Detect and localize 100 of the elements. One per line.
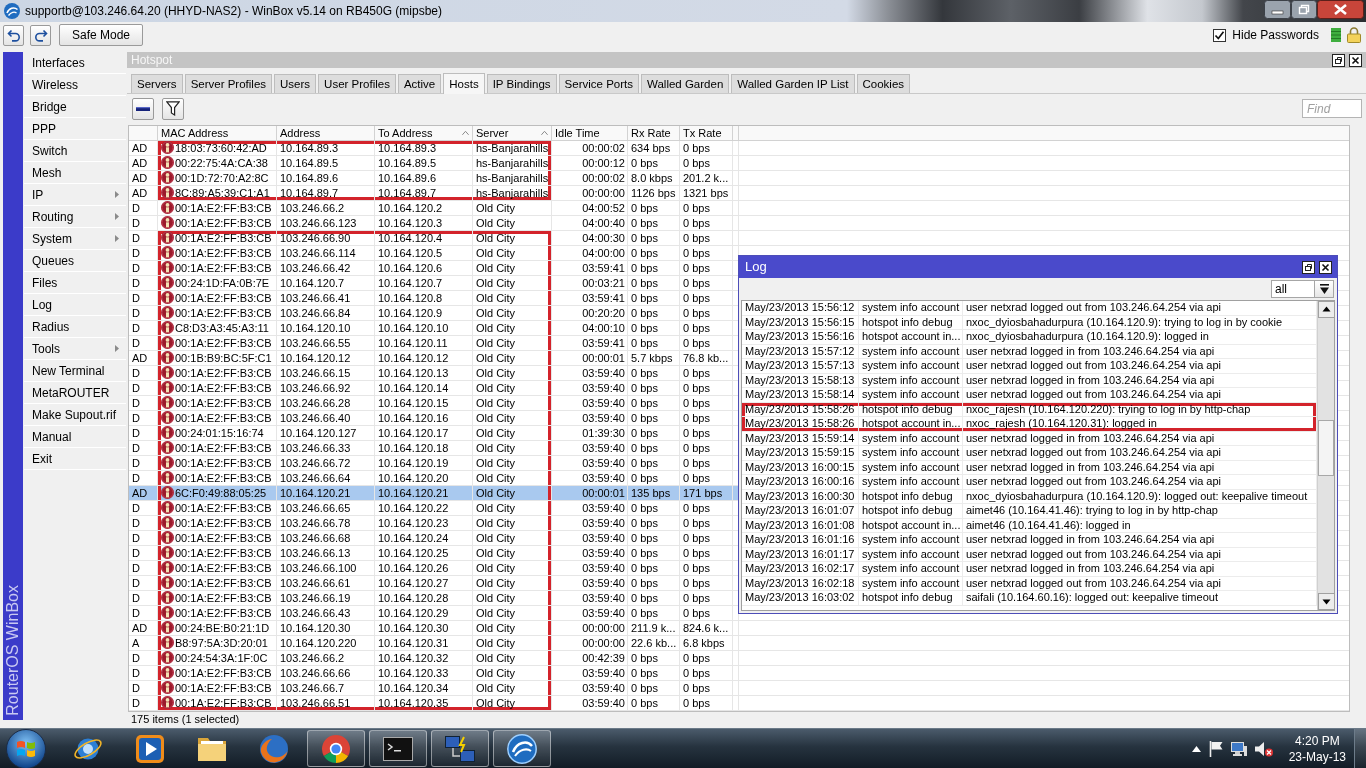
table-row[interactable]: D 00:1A:E2:FF:B3:CB 103.246.66.84 10.164.120.9 Old City 00:20:20 0 bps 0 bps bbox=[129, 306, 739, 321]
log-row[interactable]: May/23/2013 16:00:15 system info account user netxrad logged in from 103.246.64.254 via api bbox=[742, 460, 1317, 475]
log-row[interactable]: May/23/2013 15:56:15 hotspot info debug nxoc_dyiosbahadurpura (10.164.120.9): trying to log in by cookie bbox=[742, 315, 1317, 330]
table-row[interactable]: D 00:1A:E2:FF:B3:CB 103.246.66.2 10.164.120.2 Old City 04:00:52 0 bps 0 bps bbox=[129, 201, 739, 216]
menu-item[interactable]: Routing bbox=[24, 206, 126, 228]
log-row[interactable]: May/23/2013 15:56:16 hotspot account in... nxoc_dyiosbahadurpura (10.164.120.9): logged in bbox=[742, 330, 1317, 345]
log-row[interactable]: May/23/2013 16:00:16 system info account user netxrad logged out from 103.246.64.254 via api bbox=[742, 475, 1317, 490]
table-row[interactable]: D 00:1A:E2:FF:B3:CB 103.246.66.61 10.164.120.27 Old City 03:59:40 0 bps 0 bps bbox=[129, 576, 739, 591]
menu-item[interactable]: IP bbox=[24, 184, 126, 206]
tab[interactable]: Server Profiles bbox=[184, 74, 273, 93]
table-row[interactable]: D 00:1A:E2:FF:B3:CB 103.246.66.43 10.164.120.29 Old City 03:59:40 0 bps 0 bps bbox=[129, 606, 739, 621]
table-row[interactable]: D 00:1A:E2:FF:B3:CB 103.246.66.33 10.164.120.18 Old City 03:59:40 0 bps 0 bps bbox=[129, 441, 739, 456]
table-row[interactable]: D 00:1A:E2:FF:B3:CB 103.246.66.51 10.164.120.35 Old City 03:59:40 0 bps 0 bps bbox=[129, 696, 739, 711]
log-row[interactable]: May/23/2013 15:58:26 hotspot account in... nxoc_rajesh (10.164.120.31): logged in bbox=[742, 417, 1317, 432]
dropdown-button[interactable] bbox=[1315, 280, 1334, 298]
muted-speaker-icon[interactable] bbox=[1254, 740, 1273, 757]
menu-item[interactable]: Make Supout.rif bbox=[24, 404, 126, 426]
table-row[interactable]: D 00:1A:E2:FF:B3:CB 103.246.66.68 10.164.120.24 Old City 03:59:40 0 bps 0 bps bbox=[129, 531, 739, 546]
filter-button[interactable] bbox=[162, 97, 184, 120]
log-row[interactable]: May/23/2013 16:02:17 system info account user netxrad logged in from 103.246.64.254 via api bbox=[742, 562, 1317, 577]
tab[interactable]: Hosts bbox=[443, 73, 485, 94]
log-row[interactable]: May/23/2013 16:02:18 system info account user netxrad logged out from 103.246.64.254 via api bbox=[742, 576, 1317, 591]
log-row[interactable]: May/23/2013 15:59:15 system info account user netxrad logged out from 103.246.64.254 via api bbox=[742, 446, 1317, 461]
table-row[interactable]: D 00:24:54:3A:1F:0C 103.246.66.2 10.164.120.32 Old City 00:42:39 0 bps 0 bps bbox=[129, 651, 739, 666]
table-row[interactable]: D 00:1A:E2:FF:B3:CB 103.246.66.15 10.164.120.13 Old City 03:59:40 0 bps 0 bps bbox=[129, 366, 739, 381]
log-row[interactable]: May/23/2013 15:57:13 system info account user netxrad logged out from 103.246.64.254 via api bbox=[742, 359, 1317, 374]
safe-mode-button[interactable]: Safe Mode bbox=[59, 24, 144, 46]
close-icon[interactable] bbox=[1319, 260, 1332, 274]
filter-field[interactable]: all bbox=[1271, 280, 1315, 298]
restore-icon[interactable] bbox=[1291, 0, 1317, 19]
menu-item[interactable]: PPP bbox=[24, 118, 126, 140]
table-row[interactable]: A B8:97:5A:3D:20:01 10.164.120.220 10.164.120.31 Old City 00:00:00 22.6 kb... 6.8 kbps bbox=[129, 636, 739, 651]
menu-item[interactable]: Wireless bbox=[24, 74, 126, 96]
column-header[interactable]: Tx Rate bbox=[680, 126, 733, 141]
menu-item[interactable]: Log bbox=[24, 294, 126, 316]
tab[interactable]: Walled Garden bbox=[641, 74, 730, 93]
menu-item[interactable]: MetaROUTER bbox=[24, 382, 126, 404]
log-row[interactable]: May/23/2013 15:57:12 system info account user netxrad logged in from 103.246.64.254 via api bbox=[742, 344, 1317, 359]
restore-icon[interactable] bbox=[1332, 53, 1345, 67]
table-row[interactable]: D 00:1A:E2:FF:B3:CB 103.246.66.114 10.164.120.5 Old City 04:00:00 0 bps 0 bps bbox=[129, 246, 739, 261]
table-row[interactable]: D 00:1A:E2:FF:B3:CB 103.246.66.28 10.164.120.15 Old City 03:59:40 0 bps 0 bps bbox=[129, 396, 739, 411]
log-row[interactable]: May/23/2013 16:01:16 system info account user netxrad logged in from 103.246.64.254 via api bbox=[742, 533, 1317, 548]
log-row[interactable]: May/23/2013 15:58:13 system info account user netxrad logged in from 103.246.64.254 via api bbox=[742, 373, 1317, 388]
log-row[interactable]: May/23/2013 15:56:12 system info account user netxrad logged out from 103.246.64.254 via api bbox=[742, 301, 1317, 316]
menu-item[interactable]: Mesh bbox=[24, 162, 126, 184]
taskbar-button[interactable] bbox=[493, 730, 551, 767]
taskbar-button[interactable] bbox=[431, 730, 489, 767]
table-row[interactable]: D 00:1A:E2:FF:B3:CB 103.246.66.100 10.164.120.26 Old City 03:59:40 0 bps 0 bps bbox=[129, 561, 739, 576]
table-row[interactable]: D 00:1A:E2:FF:B3:CB 103.246.66.55 10.164.120.11 Old City 03:59:41 0 bps 0 bps bbox=[129, 336, 739, 351]
table-row[interactable]: D 00:1A:E2:FF:B3:CB 103.246.66.13 10.164.120.25 Old City 03:59:40 0 bps 0 bps bbox=[129, 546, 739, 561]
menu-item[interactable]: Radius bbox=[24, 316, 126, 338]
find-field[interactable]: Find bbox=[1302, 99, 1362, 118]
table-row[interactable]: AD 18:03:73:60:42:AD 10.164.89.3 10.164.89.3 hs-Banjarahills 00:00:02 634 bps 0 bps bbox=[129, 141, 739, 156]
table-row[interactable]: D 00:1A:E2:FF:B3:CB 103.246.66.7 10.164.120.34 Old City 03:59:40 0 bps 0 bps bbox=[129, 681, 739, 696]
menu-item[interactable]: System bbox=[24, 228, 126, 250]
show-desktop-button[interactable] bbox=[1354, 728, 1366, 768]
taskbar-button[interactable] bbox=[307, 730, 365, 767]
up-triangle-icon[interactable] bbox=[1191, 745, 1201, 752]
tab[interactable]: Servers bbox=[131, 74, 183, 93]
menu-item[interactable]: Interfaces bbox=[24, 52, 126, 74]
menu-item[interactable]: Bridge bbox=[24, 96, 126, 118]
tab[interactable]: Users bbox=[274, 74, 317, 93]
redo-button[interactable] bbox=[30, 24, 51, 46]
menu-item[interactable]: Manual bbox=[24, 426, 126, 448]
table-row[interactable]: D 00:1A:E2:FF:B3:CB 103.246.66.40 10.164.120.16 Old City 03:59:40 0 bps 0 bps bbox=[129, 411, 739, 426]
table-row[interactable]: AD 00:24:BE:B0:21:1D 10.164.120.30 10.164.120.30 Old City 00:00:00 211.9 k... 824.6 k... bbox=[129, 621, 739, 636]
close-icon[interactable] bbox=[1317, 0, 1364, 19]
log-row[interactable]: May/23/2013 16:01:07 hotspot info debug aimet46 (10.164.41.46): trying to log in by http-chap bbox=[742, 504, 1317, 519]
table-row[interactable]: AD 6C:F0:49:88:05:25 10.164.120.21 10.164.120.21 Old City 00:00:01 135 bps 171 bps bbox=[129, 486, 739, 501]
log-row[interactable]: May/23/2013 16:01:17 system info account user netxrad logged out from 103.246.64.254 via api bbox=[742, 547, 1317, 562]
scroll-thumb[interactable] bbox=[1318, 420, 1334, 476]
menu-item[interactable]: Switch bbox=[24, 140, 126, 162]
menu-item[interactable]: Files bbox=[24, 272, 126, 294]
table-row[interactable]: AD 00:1B:B9:BC:5F:C1 10.164.120.12 10.164.120.12 Old City 00:00:01 5.7 kbps 76.8 kb... bbox=[129, 351, 739, 366]
scrollbar[interactable] bbox=[1317, 301, 1334, 610]
tab[interactable]: Active bbox=[397, 74, 442, 93]
menu-item[interactable]: New Terminal bbox=[24, 360, 126, 382]
table-row[interactable]: D 00:1A:E2:FF:B3:CB 103.246.66.64 10.164.120.20 Old City 03:59:40 0 bps 0 bps bbox=[129, 471, 739, 486]
tab[interactable]: Walled Garden IP List bbox=[731, 74, 855, 93]
undo-button[interactable] bbox=[3, 24, 24, 46]
checkbox[interactable] bbox=[1213, 28, 1227, 42]
table-row[interactable]: D 00:1A:E2:FF:B3:CB 103.246.66.19 10.164.120.28 Old City 03:59:40 0 bps 0 bps bbox=[129, 591, 739, 606]
table-row[interactable]: AD 00:1D:72:70:A2:8C 10.164.89.6 10.164.89.6 hs-Banjarahills 00:00:02 8.0 kbps 201.2 k... bbox=[129, 171, 739, 186]
table-row[interactable]: AD 00:22:75:4A:CA:38 10.164.89.5 10.164.89.5 hs-Banjarahills 00:00:12 0 bps 0 bps bbox=[129, 156, 739, 171]
log-row[interactable]: May/23/2013 16:01:08 hotspot account in... aimet46 (10.164.41.46): logged in bbox=[742, 518, 1317, 533]
tab[interactable]: User Profiles bbox=[318, 74, 396, 93]
table-row[interactable]: D 00:1A:E2:FF:B3:CB 103.246.66.65 10.164.120.22 Old City 03:59:40 0 bps 0 bps bbox=[129, 501, 739, 516]
menu-item[interactable]: Tools bbox=[24, 338, 126, 360]
table-row[interactable]: D 00:1A:E2:FF:B3:CB 103.246.66.92 10.164.120.14 Old City 03:59:40 0 bps 0 bps bbox=[129, 381, 739, 396]
log-row[interactable]: May/23/2013 15:59:14 system info account user netxrad logged in from 103.246.64.254 via api bbox=[742, 431, 1317, 446]
table-row[interactable]: D 00:1A:E2:FF:B3:CB 103.246.66.90 10.164.120.4 Old City 04:00:30 0 bps 0 bps bbox=[129, 231, 739, 246]
flag-icon[interactable] bbox=[1208, 740, 1223, 757]
close-icon[interactable] bbox=[1349, 53, 1362, 67]
column-header[interactable]: Address bbox=[277, 126, 375, 141]
menu-item[interactable]: Queues bbox=[24, 250, 126, 272]
tab[interactable]: Cookies bbox=[856, 74, 911, 93]
table-row[interactable]: D C8:D3:A3:45:A3:11 10.164.120.10 10.164.120.10 Old City 04:00:10 0 bps 0 bps bbox=[129, 321, 739, 336]
restore-icon[interactable] bbox=[1302, 260, 1315, 274]
table-row[interactable]: D 00:1A:E2:FF:B3:CB 103.246.66.123 10.164.120.3 Old City 04:00:40 0 bps 0 bps bbox=[129, 216, 739, 231]
column-header[interactable]: MAC Address bbox=[158, 126, 277, 141]
